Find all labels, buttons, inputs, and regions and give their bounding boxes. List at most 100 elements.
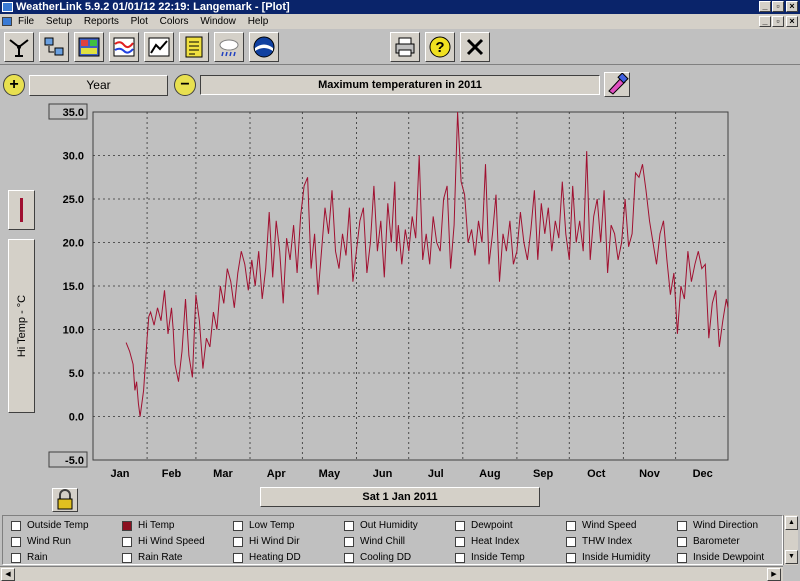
legend-checkbox[interactable]: Rain Rate xyxy=(122,550,182,565)
checkbox-icon[interactable] xyxy=(233,552,243,563)
legend-checkbox[interactable]: Low Temp xyxy=(233,518,294,533)
print-icon[interactable] xyxy=(390,32,420,62)
horizontal-scrollbar[interactable]: ◀ ▶ xyxy=(0,566,783,581)
checkbox-icon[interactable] xyxy=(344,536,354,547)
child-minimize-icon[interactable]: _ xyxy=(759,16,771,27)
y-tick-label: 20.0 xyxy=(63,238,84,250)
legend-checkbox[interactable]: Outside Temp xyxy=(11,518,89,533)
menu-reports[interactable]: Reports xyxy=(84,16,119,27)
checkbox-icon[interactable] xyxy=(677,536,687,547)
legend-checkbox[interactable]: Inside Dewpoint xyxy=(677,550,764,565)
bulletin-icon[interactable] xyxy=(74,32,104,62)
child-restore-icon[interactable]: ▫ xyxy=(772,16,784,27)
checkbox-icon[interactable] xyxy=(233,520,243,531)
legend-checkbox[interactable]: Barometer xyxy=(677,534,740,549)
menu-file[interactable]: File xyxy=(18,16,34,27)
legend-checkbox[interactable]: Hi Temp xyxy=(122,518,175,533)
legend-label: Rain xyxy=(27,552,48,563)
checkbox-icon[interactable] xyxy=(11,536,21,547)
restore-icon[interactable]: ▫ xyxy=(772,1,784,12)
checkbox-icon[interactable] xyxy=(455,552,465,563)
legend-checkbox[interactable]: Inside Temp xyxy=(455,550,525,565)
forecast-icon[interactable] xyxy=(214,32,244,62)
color-picker-icon[interactable] xyxy=(604,72,630,97)
y-tick-label[interactable]: -5.0 xyxy=(65,455,84,467)
y-tick-label: 15.0 xyxy=(63,281,84,293)
checkbox-icon[interactable] xyxy=(122,552,132,563)
y-tick-label[interactable]: 35.0 xyxy=(63,107,84,119)
legend-checkbox[interactable]: Wind Speed xyxy=(566,518,636,533)
zoom-out-icon[interactable]: − xyxy=(174,74,196,96)
legend-checkbox[interactable]: Wind Direction xyxy=(677,518,758,533)
checkbox-icon[interactable] xyxy=(566,536,576,547)
checkbox-icon[interactable] xyxy=(677,520,687,531)
legend-vertical-scrollbar[interactable]: ▲ ▼ xyxy=(783,515,798,565)
legend-label: Rain Rate xyxy=(138,552,183,563)
scroll-up-icon[interactable]: ▲ xyxy=(785,516,798,530)
legend-checkbox[interactable]: THW Index xyxy=(566,534,632,549)
legend-checkbox[interactable]: Cooling DD xyxy=(344,550,411,565)
legend-label: Wind Chill xyxy=(360,536,406,547)
period-button[interactable]: Year xyxy=(29,75,168,96)
series-color-swatch[interactable] xyxy=(8,190,35,230)
legend-checkbox[interactable]: Wind Chill xyxy=(344,534,405,549)
checkbox-icon[interactable] xyxy=(455,536,465,547)
legend-label: Inside Humidity xyxy=(582,552,651,563)
checkbox-icon[interactable] xyxy=(677,552,687,563)
child-window-icon[interactable] xyxy=(2,17,12,26)
checkbox-icon[interactable] xyxy=(344,520,354,531)
menu-plot[interactable]: Plot xyxy=(131,16,148,27)
current-date-button[interactable]: Sat 1 Jan 2011 xyxy=(260,487,540,507)
menu-setup[interactable]: Setup xyxy=(46,16,72,27)
temperature-chart[interactable]: 35.0 30.0 25.0 20.0 15.0 10.0 5.0 0.0 -5.0 Jan Fe… xyxy=(44,100,744,490)
menu-window[interactable]: Window xyxy=(200,16,236,27)
lock-icon[interactable] xyxy=(52,488,78,512)
y-tick-label: 25.0 xyxy=(63,194,84,206)
checkbox-icon[interactable] xyxy=(566,520,576,531)
scroll-right-icon[interactable]: ▶ xyxy=(767,568,781,581)
checkbox-icon[interactable] xyxy=(11,552,21,563)
legend-checkbox[interactable]: Inside Humidity xyxy=(566,550,650,565)
legend-checkbox[interactable]: Wind Run xyxy=(11,534,71,549)
y-axis-label: Hi Temp - °C xyxy=(15,294,28,358)
zoom-in-icon[interactable]: + xyxy=(3,74,25,96)
strip-chart-icon[interactable] xyxy=(109,32,139,62)
y-tick-label: 5.0 xyxy=(69,368,84,380)
menu-help[interactable]: Help xyxy=(248,16,269,27)
legend-checkbox[interactable]: Heating DD xyxy=(233,550,301,565)
legend-checkbox[interactable]: Hi Wind Speed xyxy=(122,534,205,549)
axis-label-button[interactable]: Hi Temp - °C xyxy=(8,239,35,413)
checkbox-icon[interactable] xyxy=(233,536,243,547)
checkbox-icon[interactable] xyxy=(344,552,354,563)
close-icon[interactable] xyxy=(460,32,490,62)
checkbox-icon[interactable] xyxy=(122,520,132,531)
plot-icon[interactable] xyxy=(144,32,174,62)
child-close-icon[interactable]: × xyxy=(786,16,798,27)
x-tick-label: Apr xyxy=(267,468,287,480)
legend-label: Out Humidity xyxy=(360,520,418,531)
y-tick-label: 10.0 xyxy=(63,325,84,337)
app-icon[interactable] xyxy=(2,2,13,12)
scroll-down-icon[interactable]: ▼ xyxy=(785,550,798,564)
checkbox-icon[interactable] xyxy=(11,520,21,531)
minimize-icon[interactable]: _ xyxy=(759,1,771,12)
transfer-icon[interactable] xyxy=(39,32,69,62)
window-title-bar[interactable]: WeatherLink 5.9.2 01/01/12 22:19: Langem… xyxy=(0,0,800,14)
notes-icon[interactable] xyxy=(179,32,209,62)
legend-checkbox[interactable]: Heat Index xyxy=(455,534,519,549)
x-tick-label: Aug xyxy=(479,468,500,480)
chart-title-box[interactable]: Maximum temperaturen in 2011 xyxy=(200,75,600,95)
menu-colors[interactable]: Colors xyxy=(160,16,189,27)
checkbox-icon[interactable] xyxy=(455,520,465,531)
help-icon[interactable]: ? xyxy=(425,32,455,62)
checkbox-icon[interactable] xyxy=(122,536,132,547)
close-window-icon[interactable]: × xyxy=(786,1,798,12)
legend-checkbox[interactable]: Out Humidity xyxy=(344,518,418,533)
scroll-left-icon[interactable]: ◀ xyxy=(1,568,15,581)
station-icon[interactable] xyxy=(4,32,34,62)
legend-checkbox[interactable]: Rain xyxy=(11,550,48,565)
legend-checkbox[interactable]: Dewpoint xyxy=(455,518,513,533)
noaa-icon[interactable] xyxy=(249,32,279,62)
checkbox-icon[interactable] xyxy=(566,552,576,563)
legend-checkbox[interactable]: Hi Wind Dir xyxy=(233,534,300,549)
